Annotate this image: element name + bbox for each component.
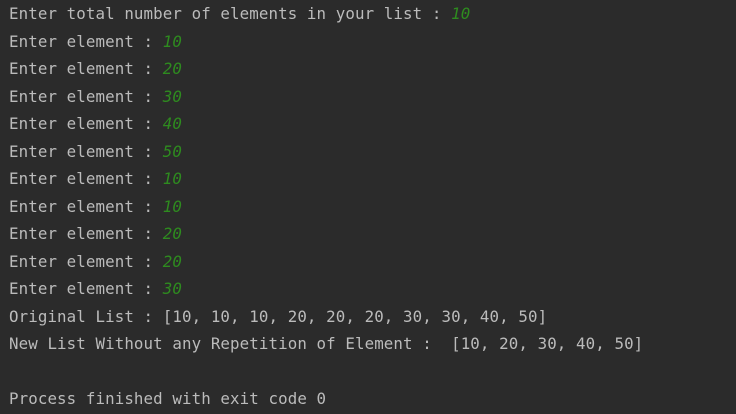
console-line: Enter element : 20 [9, 220, 736, 248]
console-output[interactable]: Enter total number of elements in your l… [0, 0, 736, 414]
prompt-text: Enter element : [9, 251, 163, 271]
console-line: Enter element : 10 [9, 28, 736, 56]
new-list-output: New List Without any Repetition of Eleme… [9, 334, 644, 353]
user-input-text: 30 [162, 279, 183, 298]
original-list-output: Original List : [10, 10, 10, 20, 20, 20,… [9, 306, 548, 326]
user-input-text: 10 [162, 196, 183, 216]
user-input-text: 40 [162, 114, 183, 133]
user-input-text: 20 [162, 59, 183, 78]
prompt-text: Enter element : [9, 141, 163, 161]
console-line: Enter element : 30 [9, 275, 736, 303]
user-input-text: 10 [162, 31, 183, 51]
user-input-text: 10 [162, 169, 183, 188]
prompt-text: Enter element : [9, 279, 163, 298]
console-line: Enter element : 20 [9, 248, 736, 276]
user-input-text: 20 [162, 224, 183, 243]
console-line: Enter element : 30 [9, 83, 736, 111]
prompt-text: Enter total number of elements in your l… [9, 4, 452, 23]
console-line: Enter element : 50 [9, 138, 736, 166]
prompt-text: Enter element : [9, 224, 163, 243]
prompt-text: Enter element : [9, 31, 163, 51]
user-input-text: 50 [162, 141, 183, 161]
console-line: Enter element : 10 [9, 165, 736, 193]
prompt-text: Enter element : [9, 59, 163, 78]
prompt-text: Enter element : [9, 86, 163, 106]
exit-message: Process finished with exit code 0 [9, 389, 327, 408]
console-line: Enter total number of elements in your l… [9, 0, 736, 28]
user-input-text: 10 [451, 4, 471, 23]
prompt-text: Enter element : [9, 196, 163, 216]
console-line: Enter element : 40 [9, 110, 736, 138]
prompt-text: Enter element : [9, 114, 163, 133]
prompt-text: Enter element : [9, 169, 163, 188]
user-input-text: 30 [162, 86, 183, 106]
console-line: Enter element : 10 [9, 193, 736, 221]
user-input-text: 20 [162, 251, 183, 271]
console-line: Enter element : 20 [9, 55, 736, 83]
